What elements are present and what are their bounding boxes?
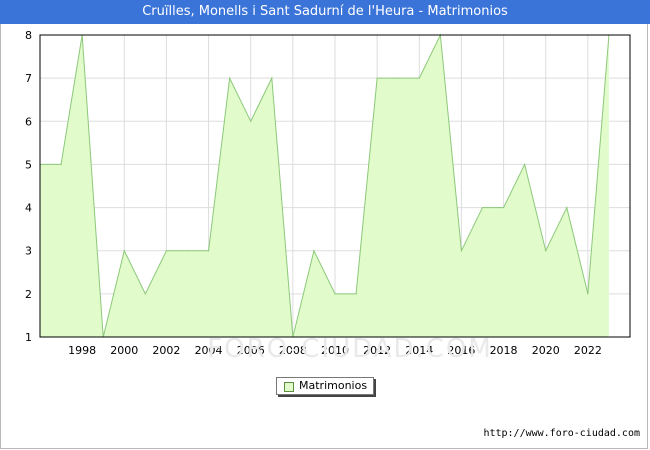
data-point [566, 206, 568, 209]
data-point [418, 77, 420, 79]
series-area [40, 35, 609, 337]
legend: Matrimonios [276, 377, 374, 395]
area-layer [39, 33, 610, 338]
data-point [460, 250, 463, 252]
data-point [123, 250, 125, 252]
data-point [397, 77, 399, 79]
y-tick-label: 8 [25, 29, 32, 42]
data-point [545, 250, 547, 252]
y-tick-label: 3 [25, 245, 32, 258]
y-tick-label: 4 [25, 202, 32, 215]
data-point [524, 163, 526, 166]
data-point [60, 163, 62, 166]
data-point [334, 293, 336, 295]
data-point [587, 293, 589, 295]
x-tick-label: 1998 [68, 344, 96, 357]
source-url: http://www.foro-ciudad.com [483, 428, 640, 439]
data-point [186, 250, 189, 252]
legend-label: Matrimonios [299, 379, 368, 392]
y-tick-label: 6 [25, 115, 32, 128]
data-point [144, 293, 146, 295]
data-point [165, 250, 168, 252]
x-tick-label: 2020 [532, 344, 560, 357]
x-tick-label: 2000 [110, 344, 138, 357]
watermark: FORO-CIUDAD.COM [207, 334, 493, 364]
data-point [481, 206, 484, 209]
data-point [229, 77, 231, 79]
data-point [313, 250, 315, 252]
y-tick-label: 7 [25, 72, 32, 85]
x-tick-label: 2022 [574, 344, 602, 357]
y-tick-label: 2 [25, 288, 32, 301]
data-point [355, 293, 357, 295]
y-tick-label: 5 [25, 158, 32, 171]
data-point [376, 77, 378, 79]
y-tick-label: 1 [25, 331, 32, 344]
data-point [250, 120, 252, 122]
x-tick-label: 2002 [152, 344, 180, 357]
data-point [207, 250, 210, 252]
legend-swatch [284, 382, 294, 392]
data-point [271, 77, 273, 79]
data-point [502, 206, 505, 209]
